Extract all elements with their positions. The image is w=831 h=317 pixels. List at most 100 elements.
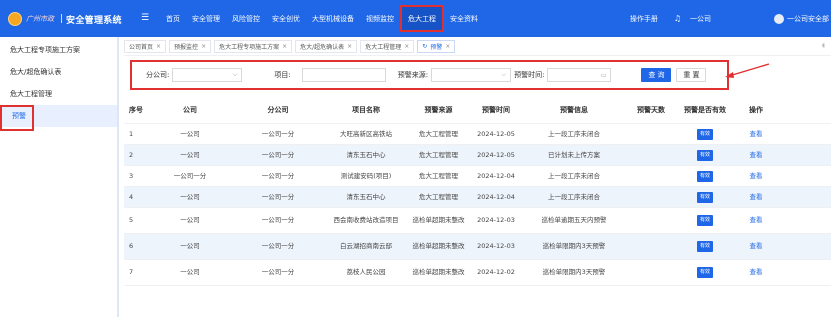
view-link[interactable]: 查看 [750,193,763,201]
project-input[interactable] [301,68,386,82]
cell-source: 巡检单超期未整改 [412,242,465,250]
header-info: 预警信息 [560,106,588,114]
cell-info: 上一段工序未闭合 [548,192,600,201]
table-row: 7 一公司 一公司一分 荔枝人民公园 巡检单超期未整改 2024-12-02 巡… [124,260,831,286]
sidebar-item-special-plan[interactable]: 危大工程专项施工方案 [0,39,118,61]
cell-valid: 有效 [679,170,731,182]
chevron-down-icon: ⌵ [501,71,507,78]
app-logo[interactable]: 广州市政 | 安全管理系统 [8,10,122,28]
cell-valid: 有效 [679,267,731,278]
close-icon[interactable]: × [156,43,161,50]
tab-confirmation-form[interactable]: 危大/超危确认表 × [295,40,358,53]
cell-valid: 有效 [679,241,731,252]
cell-index: 3 [129,171,134,180]
topnav-item-risk-control[interactable]: 风险管控 [226,0,266,37]
query-button[interactable]: 查 询 [641,68,672,82]
cell-project: 清东玉石中心 [346,192,386,201]
table-row: 2 一公司 一公司一分 清东玉石中心 危大工程管理 2024-12-05 已计划… [124,145,831,166]
user-name[interactable]: 一公司安全部 [787,14,829,24]
top-navbar: 广州市政 | 安全管理系统 ☰ 首页 安全管理 风险管控 安全创优 大型机械设备… [0,0,831,37]
view-link[interactable]: 查看 [750,242,763,250]
view-link[interactable]: 查看 [750,172,763,180]
top-nav: 首页 安全管理 风险管控 安全创优 大型机械设备 视频监控 危大工程 安全资料 [160,0,484,37]
view-link[interactable]: 查看 [750,216,763,224]
topnav-item-video-monitoring[interactable]: 视频监控 [360,0,400,37]
sidebar-item-confirmation-form[interactable]: 危大/超危确认表 [0,61,118,83]
cell-action: 查看 [731,130,781,139]
view-link[interactable]: 查看 [750,268,763,276]
close-icon[interactable]: × [404,43,409,50]
chevron-down-icon: ⌵ [232,71,238,78]
time-filter-label: 预警时间: [514,71,545,79]
topnav-item-safety-docs[interactable]: 安全资料 [444,0,484,37]
avatar[interactable] [774,13,784,24]
table-row: 5 一公司 一公司一分 西会南收费站改造项目 巡检单超期未整改 2024-12-… [124,208,831,234]
company-select[interactable]: ⌵ [172,68,243,82]
menu-toggle-icon[interactable]: ☰ [141,13,149,23]
cell-source: 危大工程管理 [419,129,458,138]
tab-special-plan[interactable]: 危大工程专项施工方案 × [214,40,293,53]
close-icon[interactable]: × [445,43,450,50]
tab-label: 危大/超危确认表 [300,44,345,51]
cell-time: 2024-12-05 [477,150,515,159]
tab-label: 预警 [430,44,443,51]
tab-forecast-monitor[interactable]: 预报监控 × [169,40,212,53]
cell-action: 查看 [731,216,781,225]
cell-time: 2024-12-03 [477,216,515,224]
close-icon[interactable]: × [347,43,352,50]
header-days: 预警天数 [637,106,665,114]
sidebar-item-hazard-management[interactable]: 危大工程管理 [0,83,118,105]
tab-label: 预报监控 [174,44,199,51]
cell-branch: 一公司一分 [261,171,295,180]
cell-index: 7 [129,268,134,276]
cell-company: 一公司 [180,268,200,276]
tab-label: 公司首页 [129,44,154,51]
company-filter-label: 分公司: [146,71,170,79]
refresh-icon[interactable]: ↻ [422,43,427,50]
topnav-item-home[interactable]: 首页 [160,0,186,37]
bell-icon[interactable]: ♫ [674,14,681,23]
cell-valid: 有效 [679,191,731,203]
view-link[interactable]: 查看 [750,130,763,138]
close-icon[interactable]: × [201,43,206,50]
cell-info: 巡检单逾期五天内预警 [541,216,607,224]
cell-index: 2 [129,150,134,159]
cell-action: 查看 [731,268,781,277]
tab-scroll-icon[interactable]: ◖ [822,42,825,49]
logo-script-text: 广州市政 [26,15,54,23]
header-index: 序号 [129,106,143,114]
project-filter-label: 项目: [274,71,291,79]
cell-branch: 一公司一分 [261,192,295,201]
valid-badge: 有效 [696,241,713,252]
cell-source: 危大工程管理 [419,171,458,180]
cell-index: 5 [129,216,134,224]
cell-time: 2024-12-04 [477,192,515,201]
calendar-icon: ▭ [600,71,607,79]
close-icon[interactable]: × [282,43,287,50]
cell-info: 巡检单限期内3天预警 [542,242,606,250]
tab-warning[interactable]: ↻ 预警 × [417,40,456,53]
tab-hazard-management[interactable]: 危大工程管理 × [360,40,415,53]
cell-project: 白云湖招商南云邸 [340,242,392,250]
topnav-item-major-hazard[interactable]: 危大工程 [400,5,444,32]
topnav-item-safety-excellence[interactable]: 安全创优 [266,0,306,37]
logo-separator: | [60,14,64,24]
table-row: 1 一公司 一公司一分 大旺高新区高铁站 危大工程管理 2024-12-05 上… [124,124,831,145]
cell-project: 清东玉石中心 [346,150,386,159]
topnav-item-heavy-machinery[interactable]: 大型机械设备 [306,0,360,37]
reset-button[interactable]: 重 置 [676,68,707,82]
manual-link[interactable]: 操作手册 [630,14,658,24]
warning-time-picker[interactable]: ▭ [547,68,612,82]
view-link[interactable]: 查看 [750,151,763,159]
topnav-item-safety-management[interactable]: 安全管理 [186,0,226,37]
header-action: 操作 [749,106,763,114]
source-select[interactable]: ⌵ [431,68,512,82]
filter-bar: 分公司: ⌵ 项目: 预警来源: ⌵ 预警时间: ▭ 查 询 重 置 [130,60,729,90]
current-company[interactable]: 一公司 [690,14,711,24]
cell-source: 危大工程管理 [419,150,458,159]
tab-company-home[interactable]: 公司首页 × [124,40,167,53]
cell-action: 查看 [731,193,781,202]
table-header: 序号 公司 分公司 项目名称 预警来源 预警时间 预警信息 预警天数 预警是否有… [124,98,831,124]
table-row: 4 一公司 一公司一分 清东玉石中心 危大工程管理 2024-12-04 上一段… [124,187,831,208]
annotation-arrow [725,63,770,78]
